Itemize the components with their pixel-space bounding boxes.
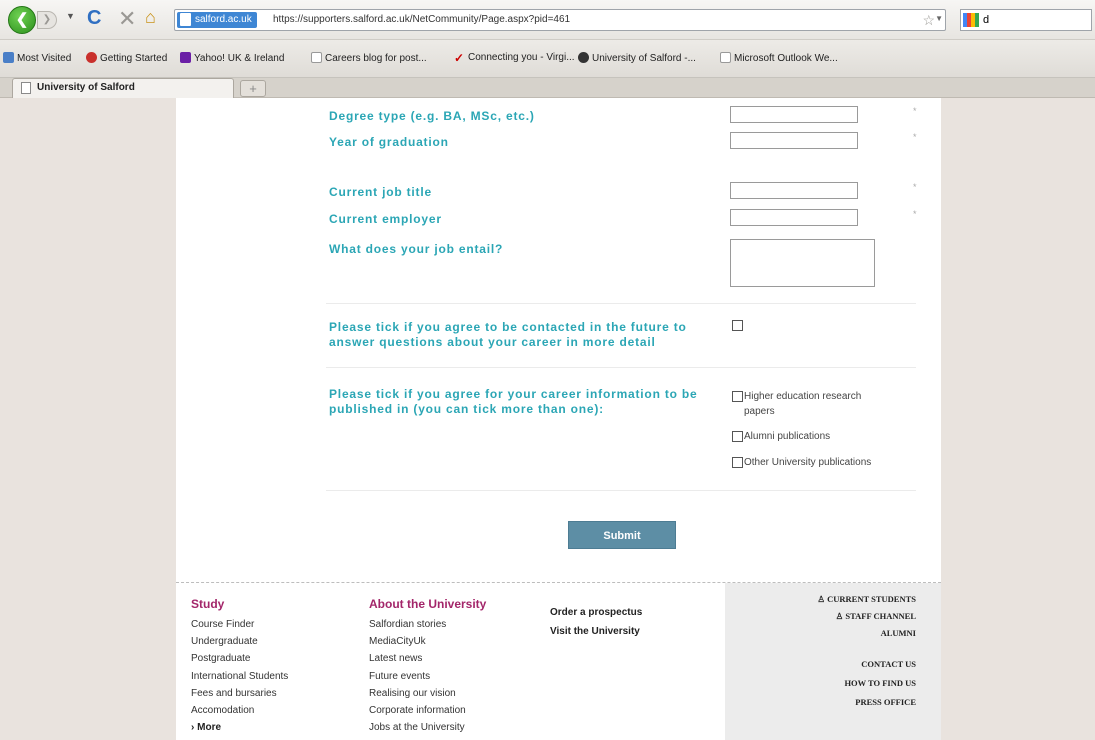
yahoo-icon: [180, 52, 191, 63]
bookmark-icon: [3, 52, 14, 63]
order-prospectus-link[interactable]: Order a prospectus: [550, 603, 642, 622]
higher-education-papers-label: Higher education research papers: [744, 391, 862, 417]
degree-type-label: Degree type (e.g. BA, MSc, etc.): [329, 109, 535, 123]
required-mark: *: [913, 209, 917, 219]
how-to-find-us-link[interactable]: HOW TO FIND US: [844, 678, 916, 688]
footer-link[interactable]: Realising our vision: [369, 685, 466, 702]
home-icon[interactable]: ⌂: [145, 7, 156, 28]
divider: [326, 367, 916, 368]
more-link[interactable]: › More: [191, 719, 288, 736]
required-mark: *: [913, 106, 917, 116]
page-icon: [311, 52, 322, 63]
alumni-link[interactable]: ALUMNI: [881, 628, 916, 638]
tab-strip: University of Salford +: [0, 78, 1095, 98]
year-of-graduation-input[interactable]: [730, 132, 858, 149]
required-mark: *: [913, 132, 917, 142]
bookmark-outlook[interactable]: Microsoft Outlook We...: [720, 52, 838, 64]
footer-link[interactable]: Salfordian stories: [369, 616, 466, 633]
footer-utility-panel: ♙ CURRENT STUDENTS ♙ STAFF CHANNEL ALUMN…: [725, 583, 941, 740]
job-entail-label: What does your job entail?: [329, 242, 504, 256]
bookmark-careers-blog[interactable]: Careers blog for post...: [311, 52, 427, 64]
page-icon: [720, 52, 731, 63]
footer-link[interactable]: Latest news: [369, 650, 466, 667]
current-job-title-label: Current job title: [329, 185, 432, 199]
quick-links: Order a prospectus Visit the University: [550, 603, 642, 641]
university-crest-icon: [578, 52, 589, 63]
firefox-icon: [86, 52, 97, 63]
current-employer-label: Current employer: [329, 212, 442, 226]
visit-university-link[interactable]: Visit the University: [550, 622, 642, 641]
bookmark-yahoo[interactable]: Yahoo! UK & Ireland: [180, 52, 284, 64]
footer-link[interactable]: MediaCityUk: [369, 633, 466, 650]
bookmark-star-icon[interactable]: ☆: [922, 12, 935, 29]
higher-education-papers-checkbox[interactable]: [732, 391, 743, 402]
required-mark: *: [913, 182, 917, 192]
contact-consent-label: Please tick if you agree to be contacted…: [329, 320, 687, 349]
footer-link[interactable]: Fees and bursaries: [191, 685, 288, 702]
alumni-publications-checkbox[interactable]: [732, 431, 743, 442]
contact-us-link[interactable]: CONTACT US: [861, 659, 916, 669]
new-tab-button[interactable]: +: [240, 80, 266, 97]
search-engine-icon[interactable]: [963, 13, 979, 27]
staff-channel-link[interactable]: ♙ STAFF CHANNEL: [836, 611, 916, 622]
footer-link[interactable]: Jobs at the University: [369, 719, 466, 736]
form-container: Degree type (e.g. BA, MSc, etc.) * Year …: [176, 98, 941, 582]
degree-type-input[interactable]: [730, 106, 858, 123]
navigation-toolbar: ❮ ❯ ▼ C ✕ ⌂ salford.ac.uk https://suppor…: [0, 0, 1095, 40]
footer-link[interactable]: Postgraduate: [191, 650, 288, 667]
footer-link[interactable]: Undergraduate: [191, 633, 288, 650]
url-text[interactable]: https://supporters.salford.ac.uk/NetComm…: [273, 14, 570, 25]
bookmark-connecting-you[interactable]: ✓ Connecting you - Virgi...: [454, 52, 575, 64]
divider: [326, 303, 916, 304]
search-input[interactable]: [983, 13, 1083, 27]
study-links: Course Finder Undergraduate Postgraduate…: [191, 616, 288, 736]
reload-icon[interactable]: C: [87, 7, 101, 30]
publish-consent-label: Please tick if you agree for your career…: [329, 387, 698, 416]
search-bar[interactable]: [960, 9, 1092, 31]
back-arrow-icon: ❮: [15, 11, 29, 28]
submit-button[interactable]: Submit: [568, 521, 676, 549]
url-dropdown-icon[interactable]: ▼: [935, 14, 943, 23]
current-job-title-input[interactable]: [730, 182, 858, 199]
bookmarks-toolbar: Most Visited Getting Started Yahoo! UK &…: [0, 40, 1095, 78]
footer-link[interactable]: Accomodation: [191, 702, 288, 719]
study-heading[interactable]: Study: [191, 597, 224, 611]
person-icon: ♙: [835, 611, 844, 621]
history-dropdown-icon[interactable]: ▼: [66, 11, 75, 21]
footer-link[interactable]: Course Finder: [191, 616, 288, 633]
tab-university-of-salford[interactable]: University of Salford: [12, 78, 234, 98]
person-icon: ♙: [817, 594, 825, 604]
about-heading[interactable]: About the University: [369, 597, 486, 611]
checkmark-icon: ✓: [454, 51, 465, 65]
bookmark-university-salford[interactable]: University of Salford -...: [578, 52, 696, 64]
bookmark-most-visited[interactable]: Most Visited: [3, 52, 71, 64]
page-icon: [21, 82, 31, 94]
current-employer-input[interactable]: [730, 209, 858, 226]
other-publications-label: Other University publications: [744, 457, 872, 468]
forward-button[interactable]: ❯: [37, 11, 57, 29]
footer-link[interactable]: Corporate information: [369, 702, 466, 719]
divider: [326, 490, 916, 491]
bookmark-getting-started[interactable]: Getting Started: [86, 52, 167, 64]
footer-link[interactable]: Future events: [369, 668, 466, 685]
other-publications-checkbox[interactable]: [732, 457, 743, 468]
year-of-graduation-label: Year of graduation: [329, 135, 449, 149]
alumni-publications-label: Alumni publications: [744, 431, 831, 442]
job-entail-textarea[interactable]: [730, 239, 875, 287]
page-icon: [180, 13, 191, 26]
about-links: Salfordian stories MediaCityUk Latest ne…: [369, 616, 466, 736]
back-button[interactable]: ❮: [8, 6, 36, 34]
site-identity-button[interactable]: salford.ac.uk: [177, 12, 257, 28]
site-footer: Study Course Finder Undergraduate Postgr…: [176, 582, 941, 740]
contact-consent-checkbox[interactable]: [732, 320, 743, 331]
stop-icon[interactable]: ✕: [118, 6, 136, 32]
press-office-link[interactable]: PRESS OFFICE: [855, 697, 916, 707]
current-students-link[interactable]: ♙ CURRENT STUDENTS: [817, 594, 916, 605]
bullet-icon: ›: [191, 722, 195, 734]
footer-link[interactable]: International Students: [191, 668, 288, 685]
address-bar[interactable]: salford.ac.uk https://supporters.salford…: [174, 9, 946, 31]
